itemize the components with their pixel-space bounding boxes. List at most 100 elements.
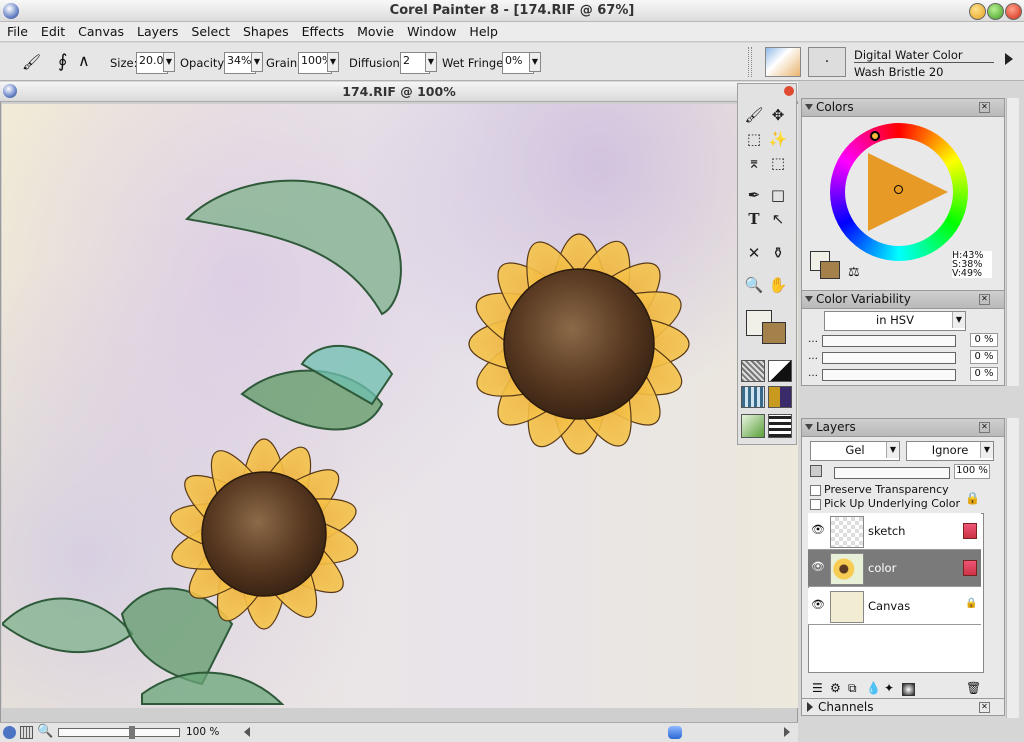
channels-panel-close-button[interactable]: ✕ [979, 702, 990, 713]
variability-mode-dropdown[interactable]: in HSV ▼ [824, 311, 966, 331]
menu-canvas[interactable]: Canvas [71, 22, 130, 39]
pick-up-underlying-checkbox[interactable] [810, 499, 821, 510]
layer-row-color[interactable]: 👁 color [808, 550, 981, 587]
magic-wand-icon[interactable]: ✨ [767, 128, 789, 150]
saturation-variability-value[interactable]: 0 % [970, 350, 998, 364]
clone-color-icon[interactable]: ⚖ [848, 265, 860, 280]
pattern-selector-icon[interactable] [741, 386, 765, 408]
transform-icon[interactable]: ⬚ [767, 152, 789, 174]
composite-method-dropdown[interactable]: Gel ▼ [810, 441, 900, 461]
color-variability-close-button[interactable]: ✕ [979, 294, 990, 305]
zoom-slider[interactable] [58, 726, 180, 739]
brush-category-name[interactable]: Digital Water Color [854, 48, 994, 63]
diffusion-dropdown-arrow[interactable]: ▼ [425, 52, 437, 72]
menu-effects[interactable]: Effects [295, 22, 351, 39]
preserve-transparency-checkbox[interactable] [810, 485, 821, 496]
look-selector-icon[interactable] [768, 414, 792, 438]
brush-variant-icon[interactable]: · [808, 47, 846, 77]
colors-panel-close-button[interactable]: ✕ [979, 102, 990, 113]
menu-layers[interactable]: Layers [130, 22, 184, 39]
hue-variability-value[interactable]: 0 % [970, 333, 998, 347]
sv-marker[interactable] [894, 185, 903, 194]
paper-selector-icon[interactable] [741, 360, 765, 382]
eye-icon[interactable]: 👁 [810, 598, 826, 612]
menu-edit[interactable]: Edit [34, 22, 71, 39]
weaving-selector-icon[interactable] [768, 386, 792, 408]
value-variability-slider[interactable] [822, 369, 956, 381]
toolbox-close-button[interactable] [784, 86, 794, 96]
layer-row-sketch[interactable]: 👁 sketch [808, 513, 981, 550]
hscroll-right-arrow[interactable] [784, 727, 790, 737]
brush-selector-arrow[interactable] [1005, 53, 1013, 65]
wet-fringe-dropdown-arrow[interactable]: ▼ [529, 52, 541, 72]
layers-panel-header[interactable]: Layers ✕ [802, 419, 1004, 437]
composite-depth-dropdown[interactable]: Ignore ▼ [906, 441, 994, 461]
color-wheel[interactable] [830, 123, 968, 261]
saturation-variability-slider[interactable] [822, 352, 956, 364]
maximize-button[interactable] [987, 3, 1004, 20]
stroke-icon-1[interactable]: ∮ [58, 51, 78, 72]
toolbox-secondary-color[interactable] [762, 322, 786, 344]
hue-variability-slider[interactable] [822, 335, 956, 347]
colors-secondary-swatch[interactable] [820, 261, 840, 279]
hue-marker[interactable] [870, 131, 880, 141]
eye-icon[interactable]: 👁 [810, 523, 826, 537]
zoom-slider-thumb[interactable] [129, 726, 135, 739]
lock-layer-icon[interactable]: 🔒 [965, 491, 980, 505]
rectangle-shape-icon[interactable]: □ [767, 184, 789, 206]
menu-file[interactable]: File [0, 22, 34, 39]
brush-variant-name[interactable]: Wash Bristle 20 [854, 65, 944, 79]
pen-icon[interactable]: ✒ [743, 184, 765, 206]
brush-tool-icon[interactable]: 🖌 [743, 104, 765, 126]
menu-shapes[interactable]: Shapes [236, 22, 295, 39]
upper-panel-scrollbar[interactable] [1006, 98, 1019, 386]
menu-help[interactable]: Help [462, 22, 504, 39]
text-tool-icon[interactable]: T [743, 208, 765, 230]
grabber-hand-icon[interactable]: ✋ [767, 274, 789, 296]
layer-adjuster-icon[interactable]: ✥ [767, 104, 789, 126]
new-watercolor-layer-icon[interactable]: 💧 [866, 681, 881, 695]
close-button[interactable] [1005, 3, 1022, 20]
layer-opacity-value[interactable]: 100 % [954, 464, 990, 479]
delete-layer-icon[interactable]: 🗑 [966, 681, 981, 695]
brush-reset-icon[interactable]: 🖌 [22, 53, 41, 71]
channels-expand-icon[interactable] [807, 702, 813, 712]
minimize-button[interactable] [969, 3, 986, 20]
new-layer-icon[interactable]: ⧉ [848, 681, 857, 696]
colors-panel-header[interactable]: Colors ✕ [802, 99, 1004, 117]
paint-bucket-icon[interactable]: ⚱ [767, 242, 789, 264]
painting-canvas[interactable] [2, 104, 798, 708]
eyedropper-icon[interactable]: ✕ [743, 242, 765, 264]
eye-icon[interactable]: 👁 [810, 560, 826, 574]
menu-window[interactable]: Window [400, 22, 462, 39]
brush-category-icon[interactable] [765, 47, 801, 77]
layer-mask-icon[interactable] [902, 683, 915, 696]
stroke-icon-2[interactable]: ∧ [78, 51, 98, 71]
rect-select-icon[interactable]: ⬚ [743, 128, 765, 150]
grain-dropdown-arrow[interactable]: ▼ [327, 52, 339, 72]
layer-opacity-slider[interactable] [834, 467, 950, 479]
gradient-selector-icon[interactable] [768, 360, 792, 382]
nozzle-selector-icon[interactable] [741, 414, 765, 438]
layer-row-canvas[interactable]: 👁 Canvas 🔒 [808, 588, 981, 625]
zoom-icon[interactable]: 🔍 [37, 724, 53, 739]
color-variability-header[interactable]: Color Variability ✕ [802, 291, 1004, 309]
channels-panel-title[interactable]: Channels [818, 700, 874, 714]
grid-icon[interactable] [20, 726, 33, 739]
value-variability-value[interactable]: 0 % [970, 367, 998, 381]
crop-icon[interactable]: ⌆ [743, 152, 765, 174]
magnifier-icon[interactable]: 🔍 [743, 274, 765, 296]
layer-commands-icon[interactable]: ☰ [812, 681, 823, 695]
lower-panel-scrollbar[interactable] [1006, 418, 1019, 718]
layers-panel-close-button[interactable]: ✕ [979, 422, 990, 433]
shape-selection-icon[interactable]: ↖ [767, 208, 789, 230]
saturation-value-triangle[interactable] [868, 153, 948, 231]
navigator-icon[interactable] [3, 726, 16, 739]
menu-select[interactable]: Select [184, 22, 236, 39]
new-liquid-ink-layer-icon[interactable]: ✦ [884, 681, 894, 695]
size-dropdown-arrow[interactable]: ▼ [163, 52, 175, 72]
menu-movie[interactable]: Movie [350, 22, 400, 39]
hscroll-thumb[interactable] [668, 726, 682, 739]
hscroll-left-arrow[interactable] [244, 727, 250, 737]
opacity-dropdown-arrow[interactable]: ▼ [251, 52, 263, 72]
